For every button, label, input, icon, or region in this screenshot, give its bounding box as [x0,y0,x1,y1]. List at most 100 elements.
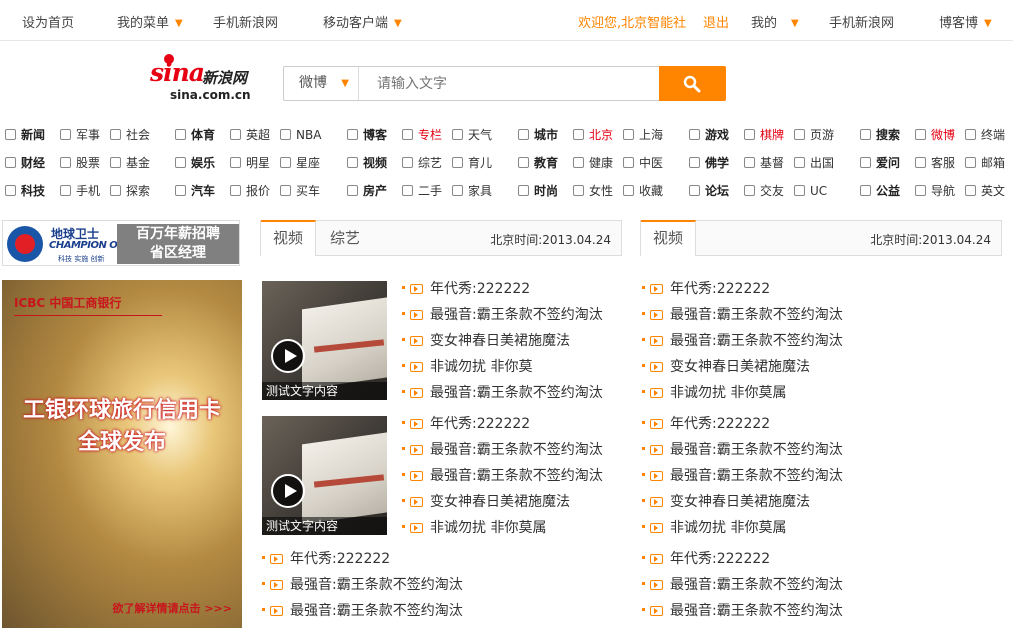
channel-checkbox-item[interactable]: NBA [280,125,321,145]
tab-variety[interactable]: 综艺 [318,220,372,256]
checkbox[interactable] [965,129,976,140]
list-item-title[interactable]: 变女神春日美裙施魔法 [670,359,810,375]
channel-label[interactable]: 天气 [468,128,492,142]
channel-checkbox-item[interactable]: 出国 [794,153,834,173]
channel-label[interactable]: NBA [296,128,321,142]
checkbox[interactable] [744,157,755,168]
checkbox[interactable] [175,185,186,196]
list-item-title[interactable]: 最强音:霸王条款不签约淘汰 [430,468,603,484]
list-item[interactable]: 最强音:霸王条款不签约淘汰 [402,302,603,328]
channel-label[interactable]: 股票 [76,156,100,170]
channel-label[interactable]: 汽车 [191,184,215,198]
search-input[interactable] [360,67,660,100]
channel-checkbox-item[interactable]: 健康 [573,153,613,173]
list-item[interactable]: 变女神春日美裙施魔法 [642,354,843,380]
channel-label[interactable]: 星座 [296,156,320,170]
channel-checkbox-item[interactable]: 页游 [794,125,834,145]
checkbox[interactable] [230,185,241,196]
checkbox[interactable] [452,157,463,168]
checkbox[interactable] [280,157,291,168]
list-item[interactable]: 非诚勿扰 非你莫属 [642,515,843,541]
list-item[interactable]: 最强音:霸王条款不签约淘汰 [642,437,843,463]
checkbox[interactable] [347,129,358,140]
list-item-title[interactable]: 年代秀:222222 [670,416,770,432]
channel-label[interactable]: 视频 [363,156,387,170]
channel-checkbox-item[interactable]: 探索 [110,181,150,201]
checkbox[interactable] [60,157,71,168]
list-item-title[interactable]: 最强音:霸王条款不签约淘汰 [670,333,843,349]
channel-label[interactable]: 时尚 [534,184,558,198]
channel-checkbox-item[interactable]: 视频 [347,153,387,173]
checkbox[interactable] [175,157,186,168]
checkbox[interactable] [347,185,358,196]
mine-dropdown[interactable]: 我的 ▼ [751,12,799,31]
checkbox[interactable] [623,157,634,168]
channel-checkbox-item[interactable]: 博客 [347,125,387,145]
checkbox[interactable] [623,185,634,196]
list-item-title[interactable]: 变女神春日美裙施魔法 [670,494,810,510]
channel-label[interactable]: 交友 [760,184,784,198]
channel-label[interactable]: 爱问 [876,156,900,170]
sina-logo[interactable]: sina 新浪网 sina.com.cn [150,54,265,106]
list-item[interactable]: 变女神春日美裙施魔法 [402,489,603,515]
channel-label[interactable]: 综艺 [418,156,442,170]
channel-checkbox-item[interactable]: UC [794,181,827,201]
list-item[interactable]: 最强音:霸王条款不签约淘汰 [642,328,843,354]
list-item-title[interactable]: 最强音:霸王条款不签约淘汰 [430,385,603,401]
checkbox[interactable] [689,129,700,140]
list-item[interactable]: 变女神春日美裙施魔法 [642,489,843,515]
channel-label[interactable]: 微博 [931,128,955,142]
channel-checkbox-item[interactable]: 明星 [230,153,270,173]
channel-label[interactable]: 二手 [418,184,442,198]
checkbox[interactable] [518,185,529,196]
checkbox[interactable] [573,129,584,140]
list-item[interactable]: 最强音:霸王条款不签约淘汰 [642,572,843,598]
tab-video[interactable]: 视频 [261,220,317,256]
channel-label[interactable]: 财经 [21,156,45,170]
channel-checkbox-item[interactable]: 家具 [452,181,492,201]
list-item-title[interactable]: 非诚勿扰 非你莫属 [670,520,786,536]
channel-label[interactable]: 社会 [126,128,150,142]
channel-label[interactable]: 博客 [363,128,387,142]
channel-checkbox-item[interactable]: 英超 [230,125,270,145]
channel-label[interactable]: 科技 [21,184,45,198]
channel-checkbox-item[interactable]: 中医 [623,153,663,173]
checkbox[interactable] [860,129,871,140]
channel-checkbox-item[interactable]: 社会 [110,125,150,145]
channel-label[interactable]: 女性 [589,184,613,198]
checkbox[interactable] [794,157,805,168]
checkbox[interactable] [573,157,584,168]
list-item[interactable]: 最强音:霸王条款不签约淘汰 [642,302,843,328]
channel-checkbox-item[interactable]: 上海 [623,125,663,145]
list-item[interactable]: 最强音:霸王条款不签约淘汰 [642,463,843,489]
logout-link[interactable]: 退出 [703,12,729,31]
channel-checkbox-item[interactable]: 搜索 [860,125,900,145]
channel-label[interactable]: 健康 [589,156,613,170]
checkbox[interactable] [794,129,805,140]
channel-checkbox-item[interactable]: 爱问 [860,153,900,173]
list-item-title[interactable]: 年代秀:222222 [670,551,770,567]
channel-checkbox-item[interactable]: 佛学 [689,153,729,173]
channel-checkbox-item[interactable]: 游戏 [689,125,729,145]
channel-checkbox-item[interactable]: 房产 [347,181,387,201]
channel-label[interactable]: 邮箱 [981,156,1005,170]
tab-video-right[interactable]: 视频 [641,220,697,256]
checkbox[interactable] [110,129,121,140]
list-item-title[interactable]: 最强音:霸王条款不签约淘汰 [290,603,463,619]
channel-label[interactable]: 房产 [363,184,387,198]
list-item-title[interactable]: 年代秀:222222 [430,281,530,297]
channel-label[interactable]: 公益 [876,184,900,198]
checkbox[interactable] [860,185,871,196]
channel-label[interactable]: 买车 [296,184,320,198]
channel-label[interactable]: 收藏 [639,184,663,198]
champion-earth-ad[interactable]: 地球卫士 CHAMPION OF THE EARTH 科技 实施 创新 百万年薪… [2,220,240,266]
channel-label[interactable]: 上海 [639,128,663,142]
list-item-title[interactable]: 最强音:霸王条款不签约淘汰 [430,307,603,323]
checkbox[interactable] [60,185,71,196]
checkbox[interactable] [110,185,121,196]
search-button[interactable] [659,66,726,101]
checkbox[interactable] [518,157,529,168]
checkbox[interactable] [402,157,413,168]
channel-checkbox-item[interactable]: 育儿 [452,153,492,173]
list-item-title[interactable]: 最强音:霸王条款不签约淘汰 [670,577,843,593]
